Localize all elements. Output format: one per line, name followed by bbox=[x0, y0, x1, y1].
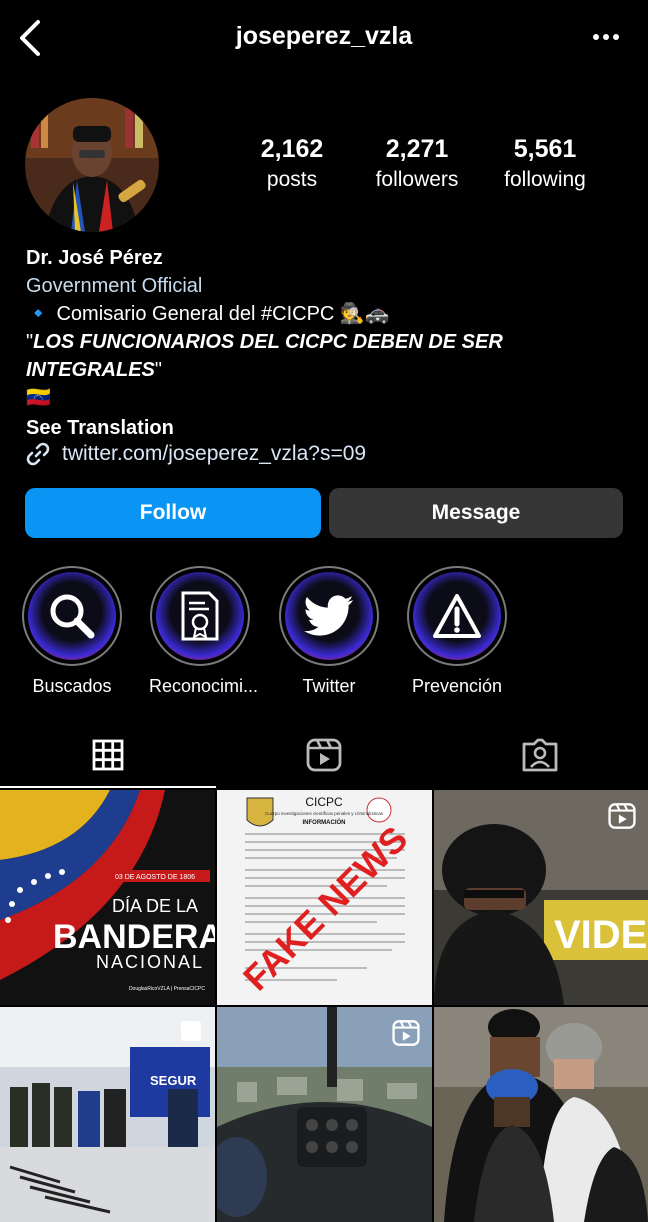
background-sign-text: VIDEN bbox=[554, 913, 648, 957]
reel-badge-icon bbox=[608, 803, 636, 829]
display-name: Dr. José Pérez bbox=[26, 247, 163, 269]
stat-posts[interactable]: 2,162 posts bbox=[240, 135, 344, 192]
active-tab-indicator bbox=[0, 786, 216, 788]
post-thumbnail[interactable] bbox=[434, 1007, 648, 1222]
followers-count: 2,271 bbox=[385, 135, 449, 163]
profile-avatar[interactable] bbox=[25, 98, 159, 232]
link-chain-icon bbox=[26, 442, 50, 466]
following-label: following bbox=[504, 168, 586, 191]
highlight-ring bbox=[22, 566, 122, 666]
posts-count: 2,162 bbox=[260, 135, 324, 163]
tab-reels[interactable] bbox=[216, 722, 432, 788]
twitter-bird-icon bbox=[304, 595, 354, 636]
doc-org-name: CICPC bbox=[305, 795, 343, 809]
tab-tagged[interactable] bbox=[432, 722, 648, 788]
highlight-buscados[interactable]: Buscados bbox=[21, 566, 123, 697]
post-title-line1: DÍA DE LA bbox=[112, 896, 198, 916]
followers-label: followers bbox=[375, 168, 459, 191]
grid-icon bbox=[92, 739, 124, 771]
venezuela-flag-icon: 🇻🇪 bbox=[26, 387, 51, 409]
fake-news-document-image: CICPC Cuerpo investigaciones científicas… bbox=[217, 790, 432, 1005]
highlight-label: Prevención bbox=[411, 676, 503, 696]
post-thumbnail[interactable]: 03 DE AGOSTO DE 1806 DÍA DE LA BANDERA N… bbox=[0, 790, 215, 1005]
highlight-twitter[interactable]: Twitter bbox=[278, 566, 380, 697]
post-title-line2: BANDERA bbox=[53, 918, 215, 956]
multiple-posts-icon bbox=[181, 1021, 201, 1041]
bio-line-1: 🔹 Comisario General del #CICPC 🕵🚓 bbox=[26, 300, 626, 328]
more-options-button[interactable] bbox=[586, 22, 626, 52]
post-thumbnail[interactable]: CICPC Cuerpo investigaciones científicas… bbox=[217, 790, 432, 1005]
flag-day-image: 03 DE AGOSTO DE 1806 DÍA DE LA BANDERA N… bbox=[0, 790, 215, 1005]
profile-link-text: twitter.com/joseperez_vzla?s=09 bbox=[62, 442, 367, 465]
post-thumbnail[interactable] bbox=[217, 1007, 432, 1222]
highlight-cover bbox=[156, 572, 244, 660]
highlight-ring bbox=[407, 566, 507, 666]
highlight-prevencion[interactable]: Prevención bbox=[406, 566, 508, 697]
stat-following[interactable]: 5,561 following bbox=[490, 135, 600, 192]
profile-tabs bbox=[0, 722, 648, 788]
highlight-label: Buscados bbox=[32, 676, 112, 696]
more-dots-icon bbox=[593, 34, 619, 40]
highlight-label: Twitter bbox=[302, 676, 356, 696]
highlight-ring bbox=[150, 566, 250, 666]
bio-quote-text: LOS FUNCIONARIOS DEL CICPC DEBEN DE SER … bbox=[26, 331, 503, 381]
doc-org-subtitle: Cuerpo investigaciones científicas penal… bbox=[265, 811, 384, 816]
highlight-reconocimientos[interactable]: Reconocimi... bbox=[149, 566, 259, 697]
avatar-photo bbox=[25, 98, 159, 232]
post-thumbnail[interactable]: SEGUR bbox=[0, 1007, 215, 1222]
reels-icon bbox=[306, 738, 342, 772]
profile-bio: Dr. José Pérez Government Official 🔹 Com… bbox=[26, 244, 626, 442]
stat-followers[interactable]: 2,271 followers bbox=[362, 135, 472, 192]
highlight-ring bbox=[279, 566, 379, 666]
certificate-icon bbox=[181, 591, 219, 641]
profile-category: Government Official bbox=[26, 275, 203, 297]
post-title-line3: NACIONAL bbox=[96, 952, 204, 972]
top-bar: joseperez_vzla bbox=[0, 0, 648, 74]
message-button[interactable]: Message bbox=[329, 488, 623, 538]
tagged-icon bbox=[522, 738, 558, 772]
profile-username: joseperez_vzla bbox=[235, 22, 413, 50]
following-count: 5,561 bbox=[513, 135, 577, 163]
bio-line-1-text: Comisario General del #CICPC bbox=[56, 303, 335, 325]
post-date-text: 03 DE AGOSTO DE 1806 bbox=[115, 874, 195, 881]
posts-label: posts bbox=[266, 168, 318, 191]
highlight-label: Reconocimi... bbox=[149, 676, 259, 696]
background-banner-text: SEGUR bbox=[150, 1073, 197, 1088]
reel-badge-icon bbox=[392, 1020, 420, 1046]
doc-heading: INFORMACIÓN bbox=[303, 818, 346, 826]
post-thumbnail[interactable]: VIDEN bbox=[434, 790, 648, 1005]
bio-quote: "LOS FUNCIONARIOS DEL CICPC DEBEN DE SER… bbox=[26, 331, 503, 381]
magnifier-icon bbox=[50, 594, 95, 639]
detective-police-car-icons: 🕵🚓 bbox=[339, 303, 390, 325]
post-credit: DouglasRicoVZLA | PrensaCICPC bbox=[129, 986, 205, 992]
warning-icon bbox=[433, 594, 481, 638]
profile-link[interactable]: twitter.com/joseperez_vzla?s=09 bbox=[24, 438, 366, 470]
profile-stats: 2,162 posts 2,271 followers 5,561 follow… bbox=[240, 135, 610, 205]
follow-button[interactable]: Follow bbox=[25, 488, 321, 538]
blue-diamond-icon: 🔹 bbox=[26, 303, 51, 325]
arrest-scene-image bbox=[434, 1007, 648, 1222]
highlight-cover bbox=[28, 572, 116, 660]
tab-grid[interactable] bbox=[0, 722, 216, 788]
highlight-cover bbox=[285, 572, 373, 660]
highlight-cover bbox=[413, 572, 501, 660]
